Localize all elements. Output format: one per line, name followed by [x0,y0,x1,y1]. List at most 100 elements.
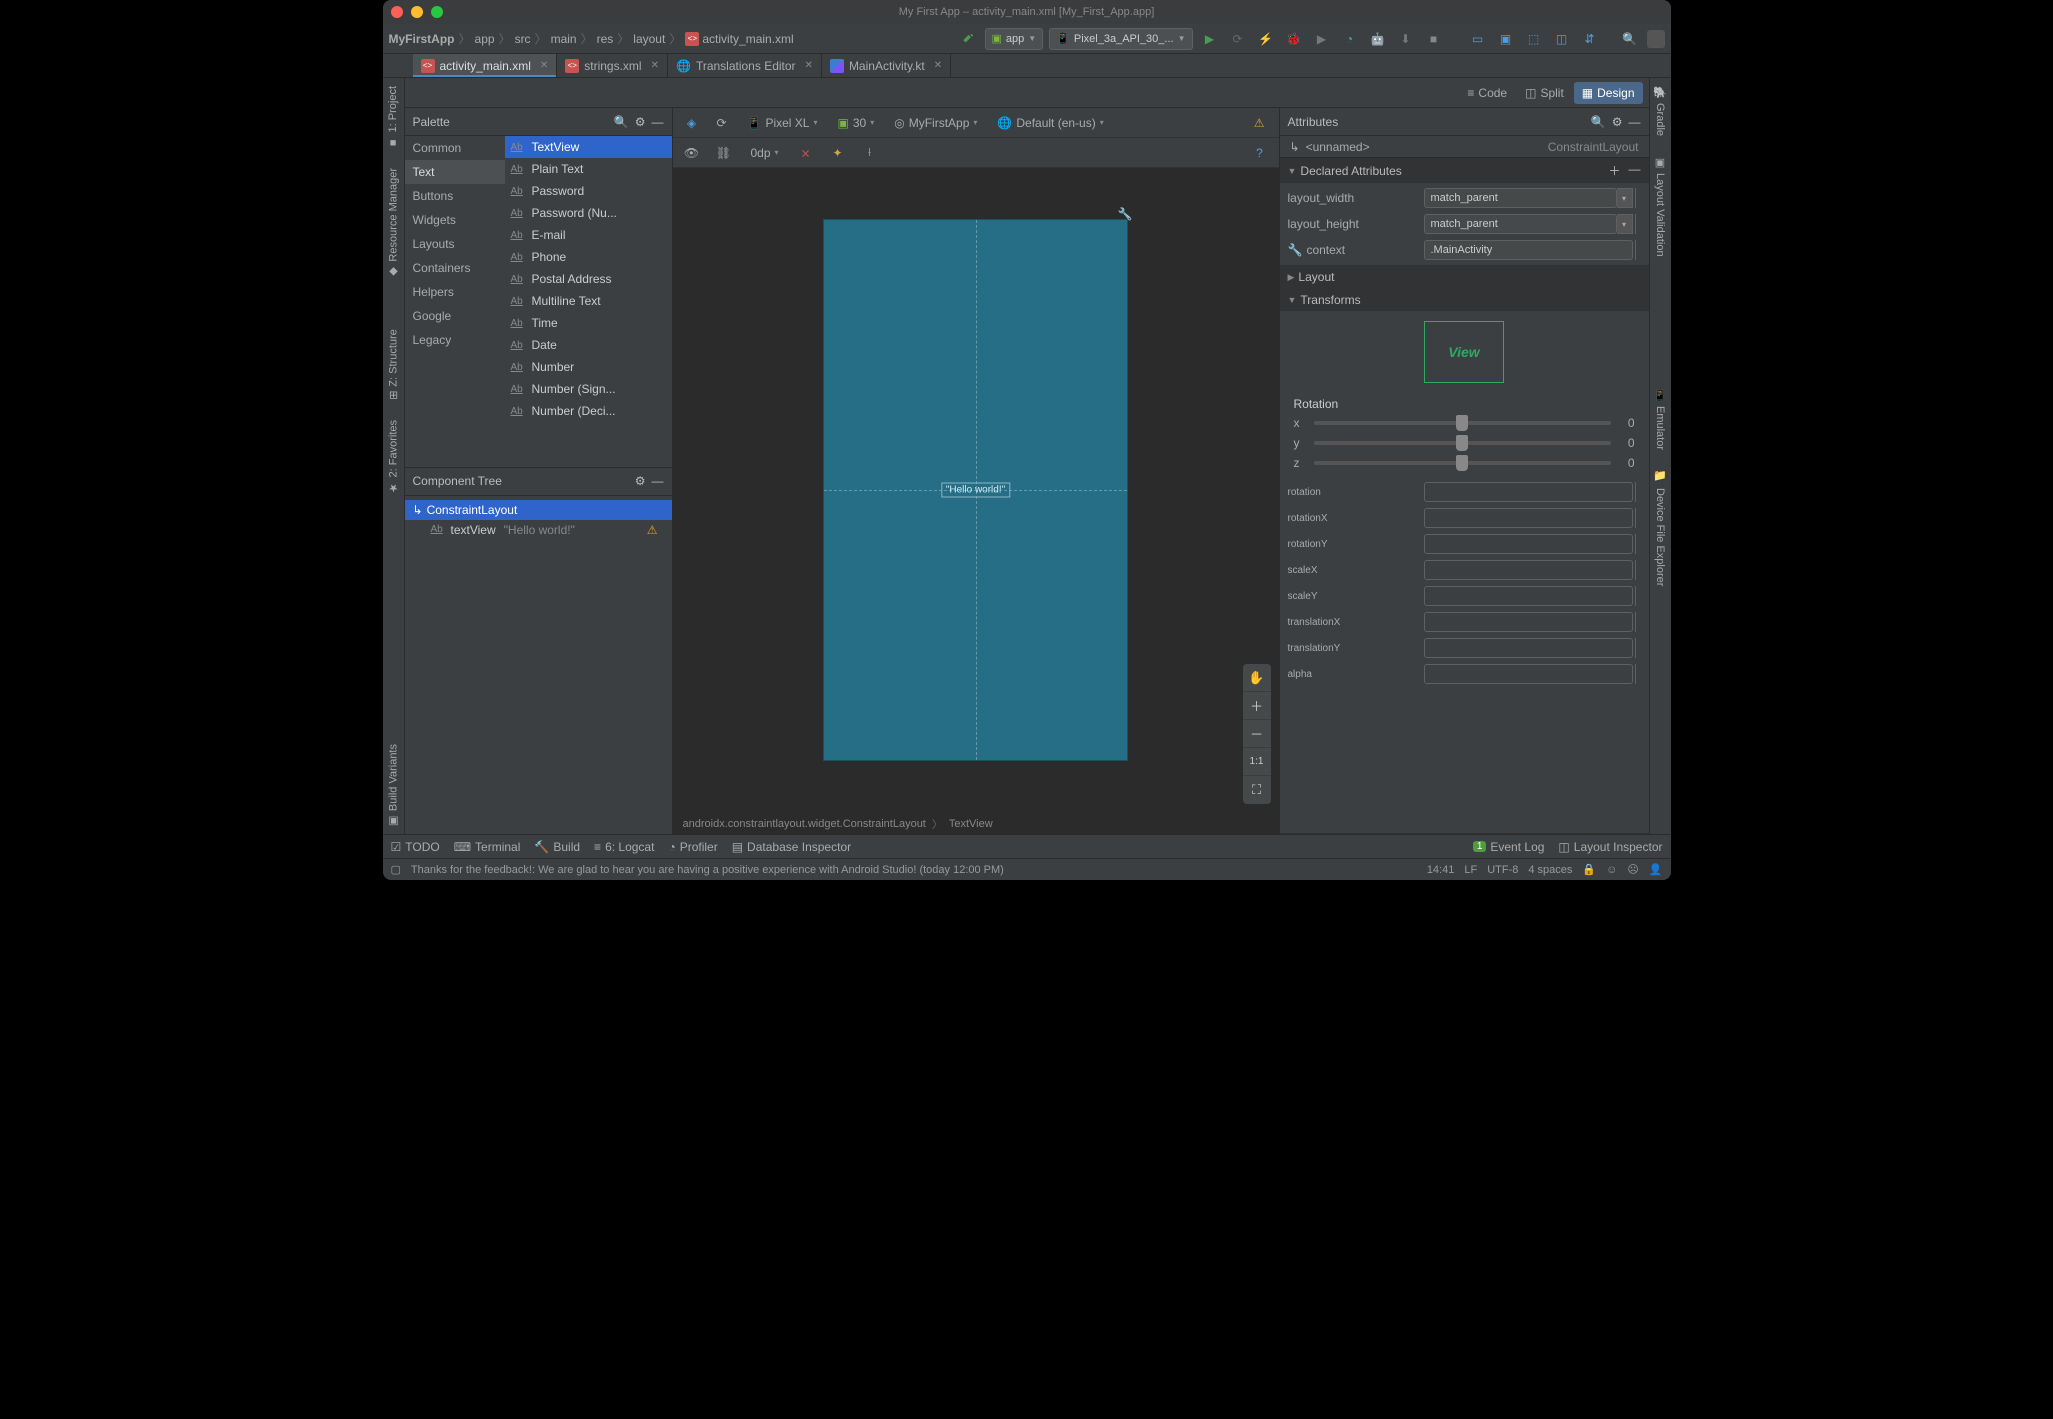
search-icon[interactable]: 🔍 [614,115,629,129]
gutter-structure[interactable]: ⊞Z: Structure [385,323,402,406]
api-select[interactable]: ▣30▾ [832,114,881,132]
resource-mgr-icon[interactable]: ⬚ [1523,28,1545,50]
device-selector[interactable]: 📱Pixel_3a_API_30_...▼ [1049,28,1192,50]
tab-activity-main[interactable]: <>activity_main.xml✕ [413,54,558,77]
gutter-file-explorer[interactable]: 📁Device File Explorer [1652,464,1669,592]
cat-buttons[interactable]: Buttons [405,184,505,208]
tool-build[interactable]: 🔨Build [534,840,580,854]
gutter-build-variants[interactable]: ▣Build Variants [385,738,402,834]
avd-icon[interactable]: ▭ [1467,28,1489,50]
attr-input[interactable] [1424,612,1633,632]
surface-icon[interactable]: ◈ [681,112,703,134]
run-button[interactable]: ▶ [1199,28,1221,50]
orientation-icon[interactable]: ⟳ [711,112,733,134]
device-preview[interactable]: "Hello world!" [823,219,1128,761]
coverage-icon[interactable]: ▶ [1311,28,1333,50]
palette-item[interactable]: AbNumber [505,356,672,378]
attr-input[interactable] [1424,482,1633,502]
attach-debugger-icon[interactable]: ⬇ [1395,28,1417,50]
cat-helpers[interactable]: Helpers [405,280,505,304]
cat-widgets[interactable]: Widgets [405,208,505,232]
dropdown-icon[interactable]: ▾ [1617,214,1633,234]
dropdown-icon[interactable]: ▾ [1617,188,1633,208]
gutter-layout-validation[interactable]: ▣Layout Validation [1652,150,1669,263]
cat-text[interactable]: Text [405,160,505,184]
cat-google[interactable]: Google [405,304,505,328]
stop-icon[interactable]: ■ [1423,28,1445,50]
slider-z[interactable]: z0 [1280,453,1649,473]
section-layout[interactable]: ▶Layout [1280,266,1649,288]
zoom-fit-icon[interactable]: ⛶ [1243,776,1271,804]
layout-insp-icon[interactable]: ◫ [1551,28,1573,50]
help-icon[interactable]: ? [1249,142,1271,164]
profiler-icon[interactable]: ◔ [1339,28,1361,50]
palette-item[interactable]: AbPlain Text [505,158,672,180]
apply-changes-icon[interactable]: ⟳ [1227,28,1249,50]
android-icon[interactable]: 🤖 [1367,28,1389,50]
margin-select[interactable]: 0dp▾ [745,144,785,162]
minimize-icon[interactable]: — [1629,115,1641,129]
zoom-actual-icon[interactable]: 1:1 [1243,748,1271,776]
textview-preview[interactable]: "Hello world!" [941,483,1010,498]
design-canvas[interactable]: 🔧 "Hello world!" ✋ ＋ － 1:1 [673,168,1279,812]
view-mode-split[interactable]: ◫Split [1517,82,1572,104]
attr-input[interactable]: .MainActivity [1424,240,1633,260]
debug-icon[interactable]: 🐞 [1283,28,1305,50]
minimize-icon[interactable]: — [652,115,664,129]
module-selector[interactable]: ▣app▼ [985,28,1044,50]
gear-icon[interactable]: ⚙ [1612,115,1623,129]
attr-input[interactable] [1424,586,1633,606]
palette-item[interactable]: AbPassword (Nu... [505,202,672,224]
tab-translations[interactable]: 🌐Translations Editor✕ [668,54,822,77]
tool-layout-inspector[interactable]: ◫Layout Inspector [1558,840,1662,854]
gear-icon[interactable]: ⚙ [635,474,646,488]
tool-event-log[interactable]: 1Event Log [1473,840,1545,854]
view-mode-design[interactable]: ▦Design [1574,82,1643,104]
breadcrumb[interactable]: MyFirstApp〉 app〉 src〉 main〉 res〉 layout〉… [389,30,794,47]
cat-layouts[interactable]: Layouts [405,232,505,256]
build-hammer-icon[interactable] [957,28,979,50]
palette-item[interactable]: AbNumber (Sign... [505,378,672,400]
palette-item[interactable]: AbNumber (Deci... [505,400,672,422]
device-select[interactable]: 📱Pixel XL▾ [741,114,824,132]
infer-constraints-icon[interactable]: ✦ [827,142,849,164]
breadcrumb-root[interactable]: MyFirstApp [389,32,455,46]
pan-icon[interactable]: ✋ [1243,664,1271,692]
attr-input[interactable] [1424,560,1633,580]
palette-item[interactable]: AbPhone [505,246,672,268]
section-declared[interactable]: ▼Declared Attributes＋— [1280,158,1649,183]
tree-root[interactable]: ↳ConstraintLayout [405,500,672,520]
cat-legacy[interactable]: Legacy [405,328,505,352]
gutter-favorites[interactable]: ★2: Favorites [385,414,402,500]
status-line-sep[interactable]: LF [1464,864,1477,876]
tool-logcat[interactable]: ≡6: Logcat [594,840,654,854]
slider-y[interactable]: y0 [1280,433,1649,453]
palette-item[interactable]: AbTime [505,312,672,334]
tab-strings-xml[interactable]: <>strings.xml✕ [557,54,668,77]
search-icon[interactable]: 🔍 [1619,28,1641,50]
palette-item[interactable]: AbPassword [505,180,672,202]
frown-icon[interactable]: ☹ [1627,863,1638,876]
theme-select[interactable]: ◎MyFirstApp▾ [888,114,983,132]
palette-item[interactable]: AbMultiline Text [505,290,672,312]
smile-icon[interactable]: ☺ [1606,864,1617,876]
tool-todo[interactable]: ☑TODO [391,840,440,854]
gear-icon[interactable]: ⚙ [635,115,646,129]
eye-icon[interactable]: 👁 [681,142,703,164]
gutter-emulator[interactable]: 📱Emulator [1652,383,1669,456]
settings-placeholder[interactable] [1647,30,1665,48]
search-icon[interactable]: 🔍 [1591,115,1606,129]
tab-mainactivity[interactable]: MainActivity.kt✕ [822,54,951,77]
gutter-gradle[interactable]: 🐘Gradle [1652,80,1669,142]
zoom-in-icon[interactable]: ＋ [1243,692,1271,720]
tree-item[interactable]: AbtextView"Hello world!"⚠ [405,520,672,540]
attr-input[interactable] [1424,508,1633,528]
attr-input[interactable]: match_parent [1424,188,1617,208]
guidelines-icon[interactable]: ⟊ [859,142,881,164]
close-icon[interactable]: ✕ [930,60,942,71]
remove-icon[interactable]: — [1629,162,1641,179]
palette-item[interactable]: AbE-mail [505,224,672,246]
cat-common[interactable]: Common [405,136,505,160]
section-transforms[interactable]: ▼Transforms [1280,289,1649,311]
add-icon[interactable]: ＋ [1608,162,1620,179]
